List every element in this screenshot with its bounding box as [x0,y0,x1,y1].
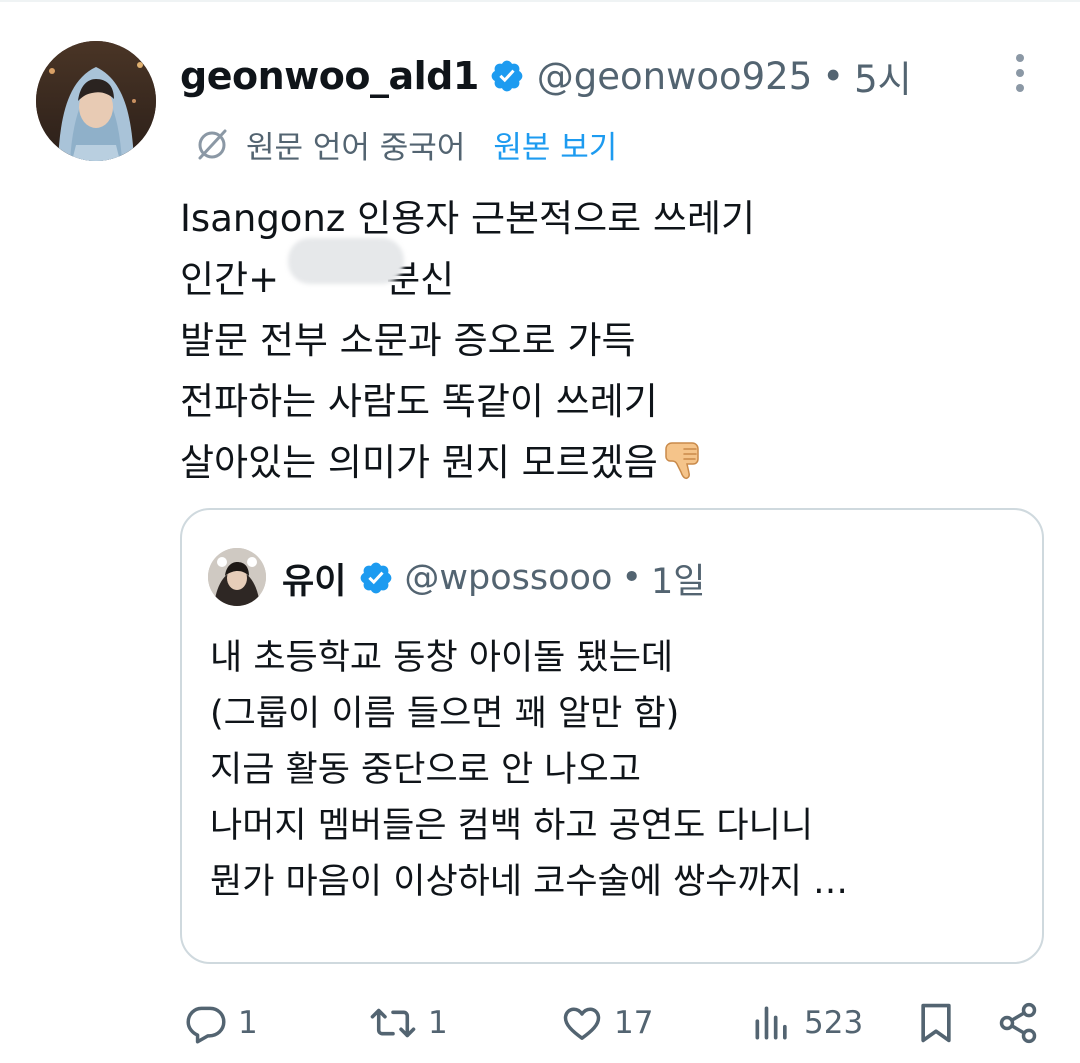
translation-notice: 원문 언어 중국어 원본 보기 [192,118,617,170]
tweet-line-text: 살아있는 의미가 뭔지 모르겠음 [180,441,658,484]
view-original-link[interactable]: 원본 보기 [493,122,617,167]
source-language-label: 원문 언어 중국어 [246,129,466,166]
quoted-tweet-body: 내 초등학교 동창 아이돌 됐는데 (그룹이 이름 들으면 꽤 알만 함) 지금… [210,630,848,910]
quoted-timestamp[interactable]: 1일 [651,553,705,604]
tweet-line: 살아있는 의미가 뭔지 모르겠음 [180,432,755,493]
tweet-header: geonwoo_ald1 @geonwoo925 • 5시 [180,48,912,104]
share-button[interactable] [996,996,1040,1050]
tweet-line: 인간+ 분신 [180,249,755,310]
quoted-tweet-card[interactable]: 유이 @wpossooo • 1일 내 초등학교 동창 아이돌 됐는데 (그룹이… [180,508,1044,964]
top-divider [0,0,1080,2]
quoted-tweet-header: 유이 @wpossooo • 1일 [282,550,706,606]
tweet-timestamp[interactable]: 5시 [854,49,912,103]
heart-icon [560,1001,604,1045]
like-button[interactable]: 17 [560,996,653,1050]
tweet-line-start: 인간+ [180,258,280,301]
quoted-header-separator: • [621,558,643,598]
reply-icon [184,1001,228,1045]
bookmark-icon [916,1001,956,1045]
quoted-display-name[interactable]: 유이 [282,553,346,604]
like-count: 17 [614,1005,654,1041]
verified-badge-icon [358,560,394,596]
more-options-icon[interactable] [1000,50,1040,96]
author-handle[interactable]: @geonwoo925 [537,55,813,98]
quoted-line: 내 초등학교 동창 아이돌 됐는데 [210,638,674,678]
retweet-count: 1 [428,1005,448,1041]
tweet-line: 발문 전부 소문과 증오로 가득 [180,319,636,362]
quoted-line: 나머지 멤버들은 컴백 하고 공연도 다니니 [210,806,814,846]
tweet-action-bar: 1 1 17 523 [0,996,1080,1050]
tweet-line: 전파하는 사람도 똑같이 쓰레기 [180,380,658,423]
share-icon [996,1001,1040,1045]
analytics-icon [750,1001,794,1045]
tweet-line: Isangonz 인용자 근본적으로 쓰레기 [180,197,756,240]
retweet-button[interactable]: 1 [368,996,448,1050]
thumbs-down-emoji-icon [660,435,708,483]
author-avatar[interactable] [36,41,156,161]
quoted-line: (그룹이 이름 들으면 꽤 알만 함) [210,694,680,734]
reply-count: 1 [238,1005,258,1041]
translate-icon [192,124,232,164]
censored-blur [288,238,404,284]
quoted-line: 지금 활동 중단으로 안 나오고 [210,750,641,790]
bookmark-button[interactable] [916,996,956,1050]
quoted-author-avatar[interactable] [208,548,266,606]
retweet-icon [368,1001,418,1045]
header-separator: • [822,54,845,98]
author-display-name[interactable]: geonwoo_ald1 [180,54,479,98]
verified-badge-icon [489,58,525,94]
reply-button[interactable]: 1 [184,996,258,1050]
views-button[interactable]: 523 [750,996,863,1050]
quoted-line: 뭔가 마음이 이상하네 코수술에 쌍수까지 … [210,862,849,902]
tweet-body: Isangonz 인용자 근본적으로 쓰레기 인간+ 분신 발문 전부 소문과 증… [180,188,755,493]
quoted-handle[interactable]: @wpossooo [404,558,612,598]
view-count: 523 [804,1005,864,1041]
